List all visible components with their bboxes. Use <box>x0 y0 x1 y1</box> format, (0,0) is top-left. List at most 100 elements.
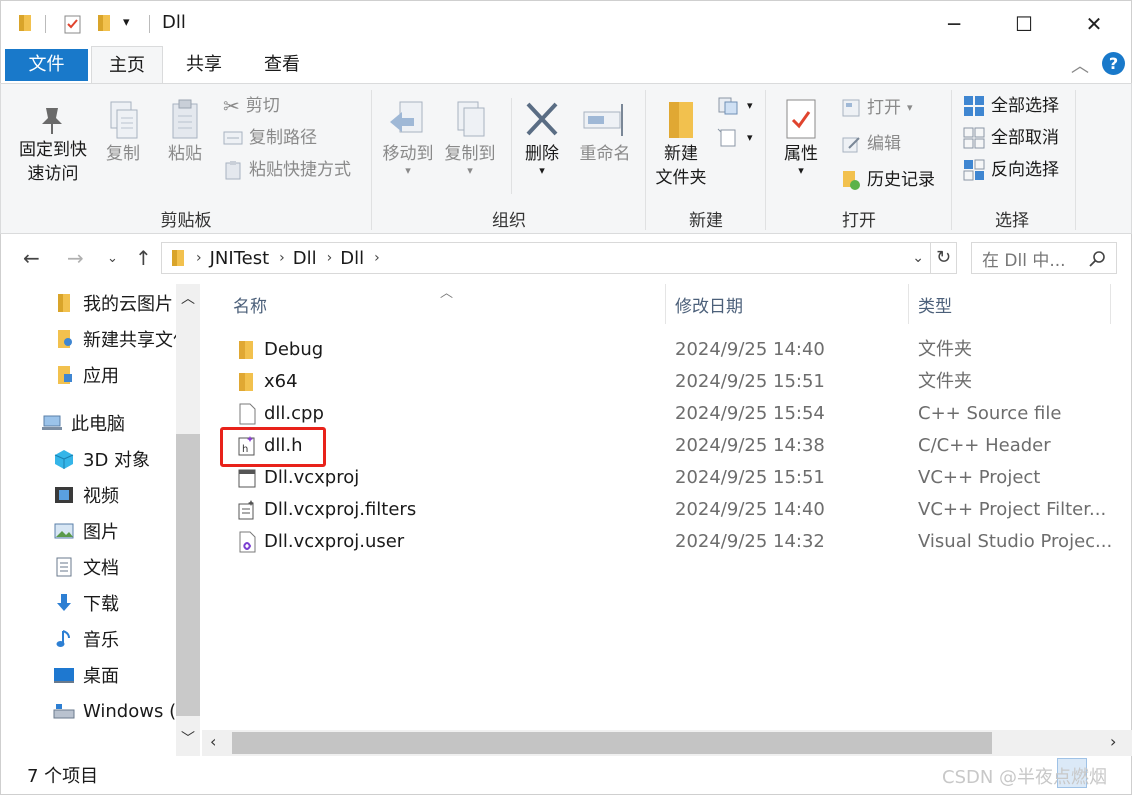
minimize-button[interactable]: ─ <box>919 1 989 47</box>
file-date: 2024/9/25 14:40 <box>675 339 825 360</box>
tab-view[interactable]: 查看 <box>247 46 317 83</box>
nav-item-music[interactable]: 音乐 <box>53 622 119 656</box>
scroll-left-icon[interactable]: ‹ <box>210 732 216 751</box>
file-type: 文件夹 <box>918 371 972 392</box>
rename-button[interactable]: 重命名 <box>573 98 637 166</box>
open-button[interactable]: 打开 ▾ <box>841 96 913 120</box>
column-divider[interactable] <box>1110 284 1111 324</box>
select-all-icon <box>964 96 984 116</box>
address-bar[interactable]: › JNITest › Dll › Dll › ⌄ ↻ <box>161 242 957 274</box>
nav-item-new-share[interactable]: 新建共享文件 <box>53 322 191 356</box>
tab-home[interactable]: 主页 <box>91 46 163 84</box>
horizontal-scrollbar[interactable]: ‹ › <box>202 730 1132 756</box>
nav-item-desktop[interactable]: 桌面 <box>53 658 119 692</box>
nav-item-pictures[interactable]: 图片 <box>53 514 119 548</box>
select-none-button[interactable]: 全部取消 <box>963 126 1059 150</box>
column-divider[interactable] <box>908 284 909 324</box>
help-icon[interactable]: ? <box>1102 52 1125 75</box>
clipboard-group-label: 剪贴板 <box>160 211 212 231</box>
file-row[interactable]: dll.cpp 2024/9/25 15:54 C++ Source file <box>202 398 1132 430</box>
nav-item-this-pc[interactable]: 此电脑 <box>41 406 125 440</box>
new-item-button[interactable]: ▾ <box>717 94 753 118</box>
nav-item-cloud-pictures[interactable]: 我的云图片 <box>53 286 173 320</box>
file-row[interactable]: Dll.vcxproj.filters 2024/9/25 14:40 VC++… <box>202 494 1132 526</box>
new-item-icon <box>718 97 738 115</box>
pin-quick-access-button[interactable]: 固定到快 速访问 <box>13 102 93 186</box>
cut-button[interactable]: ✂ 剪切 <box>223 94 280 118</box>
new-folder-label-line2: 文件夹 <box>655 168 707 188</box>
nav-label: 下载 <box>83 594 119 615</box>
group-separator <box>1075 90 1076 230</box>
customize-toolbar-icon[interactable]: ▾ <box>123 15 130 30</box>
paste-button[interactable]: 粘贴 <box>159 98 211 166</box>
new-folder-icon[interactable] <box>96 13 114 38</box>
back-arrow-icon[interactable]: ← <box>23 246 40 270</box>
breadcrumb-dll-current[interactable]: Dll <box>340 248 364 269</box>
file-row[interactable]: h dll.h 2024/9/25 14:38 C/C++ Header <box>202 430 1132 462</box>
file-type: C++ Source file <box>918 403 1062 424</box>
column-header-date[interactable]: 修改日期 <box>675 292 743 322</box>
copy-to-icon <box>457 101 485 137</box>
nav-scrollbar-thumb[interactable] <box>176 434 200 716</box>
file-row[interactable]: Dll.vcxproj 2024/9/25 15:51 VC++ Project <box>202 462 1132 494</box>
recent-locations-icon[interactable]: ⌄ <box>107 251 118 266</box>
cpp-file-icon <box>239 403 256 425</box>
copy-path-button[interactable]: 复制路径 <box>223 126 317 150</box>
breadcrumb-jnitest[interactable]: JNITest <box>210 248 270 269</box>
maximize-button[interactable]: ☐ <box>989 1 1059 47</box>
file-row[interactable]: Dll.vcxproj.user 2024/9/25 14:32 Visual … <box>202 526 1132 558</box>
pin-icon <box>42 108 62 134</box>
nav-item-apps[interactable]: 应用 <box>53 358 119 392</box>
breadcrumb-chevron-icon[interactable]: › <box>327 250 333 266</box>
properties-button[interactable]: 属性 ▾ <box>771 98 831 176</box>
nav-item-downloads[interactable]: 下载 <box>53 586 119 620</box>
collapse-ribbon-icon[interactable]: ︿ <box>1071 52 1089 78</box>
nav-item-videos[interactable]: 视频 <box>53 478 119 512</box>
scroll-down-icon[interactable]: ﹀ <box>181 728 195 748</box>
nav-label: 应用 <box>83 366 119 387</box>
refresh-icon[interactable]: ↻ <box>930 243 956 273</box>
up-arrow-icon[interactable]: ↑ <box>135 246 152 270</box>
column-header-type[interactable]: 类型 <box>918 292 952 322</box>
nav-item-3d-objects[interactable]: 3D 对象 <box>53 442 150 476</box>
divider <box>149 15 150 33</box>
breadcrumb-dll-parent[interactable]: Dll <box>293 248 317 269</box>
address-dropdown-icon[interactable]: ⌄ <box>912 250 924 266</box>
easy-access-button[interactable]: ▾ <box>717 126 753 150</box>
column-header-name[interactable]: 名称 <box>233 292 267 322</box>
forward-arrow-icon[interactable]: → <box>67 246 84 270</box>
delete-dropdown-icon: ▾ <box>539 164 545 177</box>
select-all-button[interactable]: 全部选择 <box>963 94 1059 118</box>
search-box[interactable]: 在 Dll 中... <box>971 242 1117 274</box>
new-folder-button[interactable]: 新建 文件夹 <box>649 98 713 190</box>
nav-item-windows-c[interactable]: Windows (C <box>53 694 189 728</box>
breadcrumb-chevron-icon[interactable]: › <box>374 250 380 266</box>
tab-file[interactable]: 文件 <box>5 49 88 81</box>
delete-button[interactable]: 删除 ▾ <box>517 98 567 176</box>
nav-scrollbar[interactable]: ︿ ﹀ <box>176 284 200 756</box>
move-to-button[interactable]: 移动到 ▾ <box>377 98 439 176</box>
invert-selection-button[interactable]: 反向选择 <box>963 158 1059 182</box>
scroll-up-icon[interactable]: ︿ <box>181 288 195 308</box>
paste-shortcut-button[interactable]: 粘贴快捷方式 <box>223 158 351 182</box>
file-row[interactable]: x64 2024/9/25 15:51 文件夹 <box>202 366 1132 398</box>
breadcrumb-chevron-icon[interactable]: › <box>279 250 285 266</box>
group-separator <box>765 90 766 230</box>
highlight-box <box>220 427 326 467</box>
properties-icon <box>786 99 816 139</box>
nav-item-documents[interactable]: 文档 <box>53 550 119 584</box>
scroll-right-icon[interactable]: › <box>1110 732 1116 751</box>
copy-to-button[interactable]: 复制到 ▾ <box>439 98 501 176</box>
close-button[interactable]: ✕ <box>1059 1 1129 47</box>
breadcrumb-chevron-icon[interactable]: › <box>196 250 202 266</box>
file-type: VC++ Project Filter... <box>918 499 1107 520</box>
file-row[interactable]: Debug 2024/9/25 14:40 文件夹 <box>202 334 1132 366</box>
horizontal-scrollbar-thumb[interactable] <box>232 732 992 754</box>
column-divider[interactable] <box>665 284 666 324</box>
properties-icon[interactable] <box>63 13 83 40</box>
tab-share[interactable]: 共享 <box>169 46 239 83</box>
edit-button[interactable]: 编辑 <box>841 132 901 156</box>
copy-button[interactable]: 复制 <box>97 98 149 166</box>
copy-path-icon <box>223 131 243 145</box>
history-button[interactable]: 历史记录 <box>841 168 935 192</box>
